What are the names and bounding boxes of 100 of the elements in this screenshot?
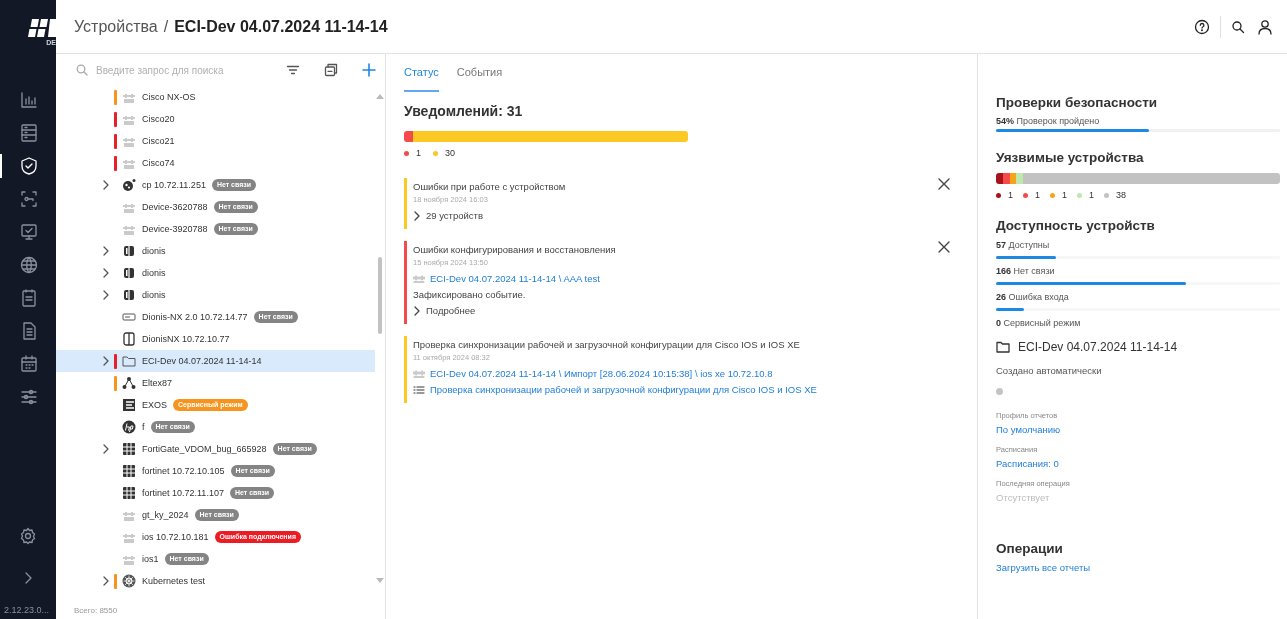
tree-row[interactable]: dionis: [56, 284, 375, 306]
device-name: Cisco74: [142, 158, 175, 168]
calendar-icon: [19, 354, 39, 374]
tree-row[interactable]: Cisco20: [56, 108, 375, 130]
device-name: dionis: [142, 268, 166, 278]
folder-icon: [122, 354, 136, 368]
scrollbar-thumb[interactable]: [378, 257, 382, 334]
notification-title: Проверка синхронизации рабочей и загрузочной конфигурации для Cisco IOS и IOS XE: [413, 339, 800, 350]
download-link[interactable]: Загрузить все отчеты: [996, 562, 1091, 573]
tree-row[interactable]: Cisco NX-OS: [56, 86, 375, 108]
expand-toggle[interactable]: 29 устройств: [413, 210, 483, 221]
wheel-icon: [122, 574, 136, 588]
nodes-icon: [122, 376, 136, 390]
bar-chart-icon: [19, 90, 39, 110]
chevron-right-icon[interactable]: [102, 180, 110, 190]
chevron-right-icon[interactable]: [102, 444, 110, 454]
help-icon: [1194, 18, 1210, 35]
tree-row[interactable]: Eltex87: [56, 372, 375, 394]
device-name: ECI-Dev 04.07.2024 11-14-14: [142, 356, 262, 366]
bars-icon: [413, 273, 425, 284]
availability-label: 0 Сервисный режим: [996, 318, 1082, 328]
sliders-icon: [19, 387, 39, 407]
group-origin: Создано автоматически: [996, 365, 1103, 376]
tree-row[interactable]: dionis: [56, 240, 375, 262]
device-name: Cisco21: [142, 136, 175, 146]
device-name: cp 10.72.11.251: [142, 180, 206, 190]
tree-row[interactable]: DionisNX 10.72.10.77: [56, 328, 375, 350]
total-count: Всего: 8550: [73, 604, 119, 617]
chevron-right-icon: [413, 210, 421, 221]
check-link[interactable]: Проверка синхронизации рабочей и загрузочной конфигурации для Cisco IOS и IOS XE: [430, 384, 817, 395]
search-icon: [1231, 19, 1245, 34]
folder-icon: [996, 341, 1010, 353]
device-name: ios1: [142, 554, 159, 564]
tree-row[interactable]: Kubernetes test: [56, 570, 375, 592]
tab[interactable]: Статус: [404, 54, 439, 92]
list-icon: [413, 384, 425, 395]
shield-icon: [19, 156, 39, 176]
user-icon: [1257, 18, 1273, 35]
device-name: Kubernetes test: [142, 576, 206, 586]
device-name: fortinet 10.72.11.107: [142, 488, 224, 498]
device-name: Eltex87: [142, 378, 173, 388]
clipboard-icon: [19, 288, 39, 308]
group-name: ECI-Dev 04.07.2024 11-14-14: [1018, 340, 1178, 354]
expand-toggle[interactable]: Подробнее: [413, 305, 476, 316]
device-name: Cisco NX-OS: [142, 92, 196, 102]
legend-count: 1: [1035, 190, 1041, 200]
tree-row[interactable]: Cisco21: [56, 130, 375, 152]
device-link[interactable]: ECI-Dev 04.07.2024 11-14-14 \ AAA test: [430, 273, 600, 284]
notification-text: Зафиксировано событие.: [413, 289, 526, 300]
book-icon: [122, 244, 136, 258]
chevron-right-icon[interactable]: [102, 356, 110, 366]
chevron-right-icon[interactable]: [102, 268, 110, 278]
device-name: f: [142, 422, 145, 432]
rack-icon: [122, 310, 136, 324]
help-button[interactable]: [1194, 18, 1210, 35]
stripes-icon: [122, 398, 136, 412]
property-link[interactable]: Расписания: 0: [996, 458, 1059, 469]
tree-row[interactable]: ECI-Dev 04.07.2024 11-14-14: [56, 350, 375, 372]
availability-label: 26 Ошибка входа: [996, 292, 1070, 302]
device-name: dionis: [142, 246, 166, 256]
book-icon: [122, 332, 136, 346]
tree-row[interactable]: dionis: [56, 262, 375, 284]
settings-icon[interactable]: [19, 527, 37, 545]
section-title: Проверки безопасности: [996, 95, 1159, 110]
chevron-right-icon[interactable]: [102, 576, 110, 586]
notification-title: Ошибки конфигурирования и восстановления: [413, 244, 616, 255]
circle-logo-icon: [122, 420, 136, 434]
profile-button[interactable]: [1257, 18, 1273, 35]
search-button[interactable]: [1231, 19, 1245, 34]
breadcrumb-separator: /: [163, 17, 169, 36]
section-title: Доступность устройств: [996, 218, 1156, 233]
monitor-icon: [19, 222, 39, 242]
device-name: Device-3920788: [142, 224, 208, 234]
section-title: Уязвимые устройства: [996, 150, 1145, 165]
device-name: dionis: [142, 290, 166, 300]
chevron-right-icon[interactable]: [102, 290, 110, 300]
collapse-button[interactable]: [324, 63, 338, 77]
section-title: Уведомлений: 31: [404, 103, 524, 119]
tab[interactable]: События: [456, 54, 503, 92]
add-button[interactable]: [362, 63, 376, 77]
chevron-right-icon[interactable]: [102, 246, 110, 256]
chevron-right-icon: [413, 305, 421, 316]
grid-icon: [122, 464, 136, 478]
legend-count: 30: [445, 148, 456, 158]
globe-dot-icon: [122, 178, 136, 192]
device-name: FortiGate_VDOM_bug_665928: [142, 444, 267, 454]
tree-row[interactable]: Cisco74: [56, 152, 375, 174]
device-name: ios 10.72.10.181: [142, 532, 209, 542]
device-link[interactable]: ECI-Dev 04.07.2024 11-14-14 \ Импорт [28.06.2024 10:15:38] \ ios xe 10.72.10.8: [430, 368, 773, 379]
legend-count: 38: [1116, 190, 1127, 200]
server-icon: [19, 123, 39, 143]
breadcrumb-link[interactable]: Устройства: [74, 17, 158, 36]
filter-button[interactable]: [286, 63, 300, 77]
device-name: gt_ky_2024: [142, 510, 189, 520]
search-field[interactable]: Введите запрос для поиска: [96, 64, 276, 76]
property-link[interactable]: По умолчанию: [996, 424, 1061, 435]
legend-count: 1: [416, 148, 421, 158]
notification-title: Ошибки при работе с устройством: [413, 181, 566, 192]
page-title: ECI-Dev 04.07.2024 11-14-14: [174, 17, 388, 36]
device-name: DionisNX 10.72.10.77: [142, 334, 230, 344]
